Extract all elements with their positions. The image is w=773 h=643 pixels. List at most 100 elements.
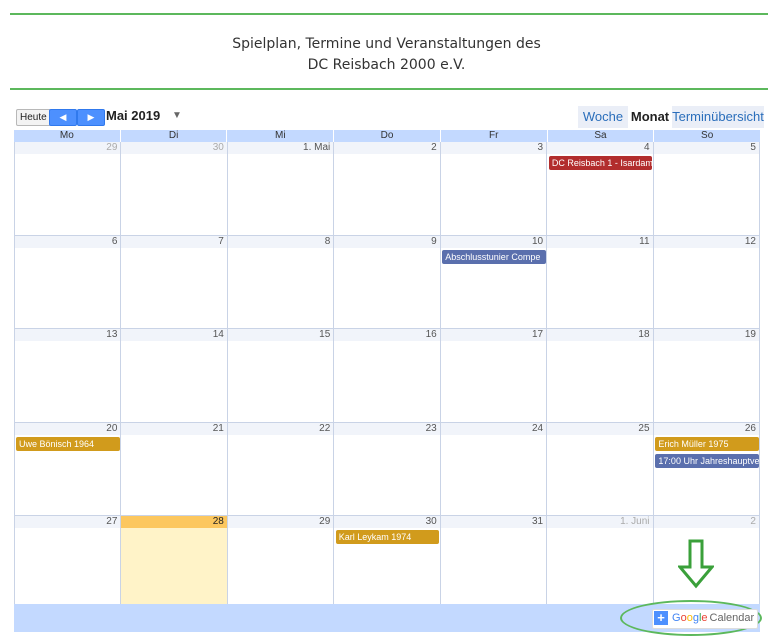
tab-agenda[interactable]: Terminübersicht <box>672 106 764 128</box>
week-row: 20 21 22 23 24 25 26 Uwe Bönisch 1964 Erich Müll… <box>14 422 760 516</box>
day-cell[interactable]: 21 <box>121 422 228 515</box>
week-row: 27 28 29 30 31 1. Juni 2 Karl Leykam 1974 <box>14 516 760 610</box>
weekday-label: Mi <box>226 130 333 142</box>
day-cell[interactable]: 31 <box>440 516 548 609</box>
header-top-rule <box>10 13 768 15</box>
day-number: 22 <box>227 422 334 435</box>
day-cell[interactable]: 13 <box>15 329 122 422</box>
day-number: 1. Juni <box>547 516 653 528</box>
day-number: 6 <box>15 235 121 248</box>
google-calendar-label: Google Calendar <box>672 611 754 626</box>
day-cell-today[interactable]: 28 <box>121 516 228 609</box>
day-cell[interactable]: 23 <box>334 422 441 515</box>
day-cell[interactable]: 17 <box>440 329 548 422</box>
day-cell[interactable]: 25 <box>547 422 654 515</box>
day-cell[interactable]: 18 <box>547 329 654 422</box>
calendar-word: Calendar <box>709 612 755 624</box>
day-number: 26 <box>653 422 759 435</box>
day-number: 4 <box>547 142 653 154</box>
chevron-left-icon: ◀ <box>59 112 67 122</box>
next-month-button[interactable]: ▶ <box>77 109 105 126</box>
calendar-event[interactable]: 17:00 Uhr Jahreshauptversammlung <box>655 453 759 468</box>
day-cell[interactable]: 7 <box>121 235 228 328</box>
day-cell[interactable]: 8 <box>227 235 335 328</box>
day-cell[interactable]: 14 <box>121 329 228 422</box>
day-cell[interactable]: 1. Juni <box>547 516 654 609</box>
day-number: 17 <box>440 329 547 341</box>
day-number: 2 <box>653 516 759 528</box>
day-number: 25 <box>547 422 653 435</box>
day-cell[interactable]: 22 <box>227 422 335 515</box>
calendar-event[interactable]: Erich Müller 1975 <box>655 436 759 451</box>
calendar-toolbar: Heute ◀ ▶ Mai 2019 ▼ Woche Monat Terminü… <box>14 106 764 130</box>
day-number: 3 <box>440 142 547 154</box>
day-number: 5 <box>653 142 759 154</box>
calendar-event[interactable]: Abschlusstunier Compe <box>442 249 546 264</box>
day-cell[interactable]: 3 <box>440 142 548 235</box>
day-cell[interactable]: 19 <box>653 329 760 422</box>
day-number: 31 <box>440 516 547 528</box>
month-dropdown-icon[interactable]: ▼ <box>172 110 182 121</box>
day-number: 14 <box>121 329 227 341</box>
day-cell[interactable]: 24 <box>440 422 548 515</box>
day-cell[interactable]: 11 <box>547 235 654 328</box>
week-row: 6 7 8 9 10 11 12 Abschlusstunier Compe <box>14 235 760 329</box>
current-month-label: Mai 2019 <box>106 108 161 123</box>
previous-month-button[interactable]: ◀ <box>49 109 77 126</box>
day-number: 19 <box>653 329 759 341</box>
plus-icon: + <box>654 611 668 625</box>
day-number: 9 <box>334 235 440 248</box>
calendar-event[interactable]: Karl Leykam 1974 <box>335 530 440 544</box>
weekday-label: So <box>653 130 760 142</box>
day-number: 24 <box>440 422 547 435</box>
day-number: 8 <box>227 235 334 248</box>
day-number: 21 <box>121 422 227 435</box>
weekday-label: Di <box>119 130 227 142</box>
google-calendar-button[interactable]: + Google Calendar <box>652 609 758 629</box>
day-number: 15 <box>227 329 334 341</box>
day-number: 1. Mai <box>227 142 334 154</box>
day-number: 30 <box>121 142 227 154</box>
day-number: 2 <box>334 142 440 154</box>
day-number: 29 <box>15 142 121 154</box>
day-cell[interactable]: 6 <box>15 235 122 328</box>
weekday-label: Do <box>333 130 440 142</box>
day-number: 7 <box>121 235 227 248</box>
day-cell[interactable]: 2 <box>334 142 441 235</box>
day-number: 30 <box>334 516 440 528</box>
today-button[interactable]: Heute <box>16 109 51 126</box>
day-cell[interactable]: 29 <box>227 516 335 609</box>
day-number: 12 <box>653 235 759 248</box>
day-cell[interactable]: 12 <box>653 235 760 328</box>
day-number: 28 <box>121 516 227 528</box>
day-cell[interactable]: 15 <box>227 329 335 422</box>
day-cell[interactable]: 27 <box>15 516 122 609</box>
day-cell[interactable]: 30 <box>121 142 228 235</box>
weekday-label: Fr <box>439 130 547 142</box>
day-cell[interactable]: 16 <box>334 329 441 422</box>
weekday-header: Mo Di Mi Do Fr Sa So <box>14 130 760 142</box>
tab-month[interactable]: Monat <box>628 106 672 128</box>
day-cell[interactable]: 9 <box>334 235 441 328</box>
tab-week[interactable]: Woche <box>578 106 628 128</box>
weekday-label: Mo <box>59 130 74 141</box>
week-row: 13 14 15 16 17 18 19 <box>14 329 760 423</box>
day-number: 16 <box>334 329 440 341</box>
header-bottom-rule <box>10 88 768 90</box>
day-number: 11 <box>547 235 653 248</box>
month-grid: Mo Di Mi Do Fr Sa So 29 30 1. Mai 2 3 4 5 DC Reisbach… <box>14 130 760 610</box>
day-cell[interactable]: 5 <box>653 142 760 235</box>
calendar-event[interactable]: DC Reisbach 1 - Isardamm <box>548 156 653 170</box>
page-title-line1: Spielplan, Termine und Veranstaltungen d… <box>232 36 541 52</box>
day-number: 13 <box>15 329 121 341</box>
week-row: 29 30 1. Mai 2 3 4 5 DC Reisbach 1 - Isardamm <box>14 142 760 236</box>
day-cell[interactable]: 1. Mai <box>227 142 335 235</box>
day-cell[interactable]: 29 <box>15 142 122 235</box>
calendar-event[interactable]: Uwe Bönisch 1964 <box>16 436 120 451</box>
google-logo-letter: G <box>672 612 681 624</box>
day-number: 23 <box>334 422 440 435</box>
weekday-label: Sa <box>546 130 654 142</box>
google-logo-letter: e <box>701 612 708 624</box>
day-number: 20 <box>15 422 121 435</box>
day-number: 27 <box>15 516 121 528</box>
